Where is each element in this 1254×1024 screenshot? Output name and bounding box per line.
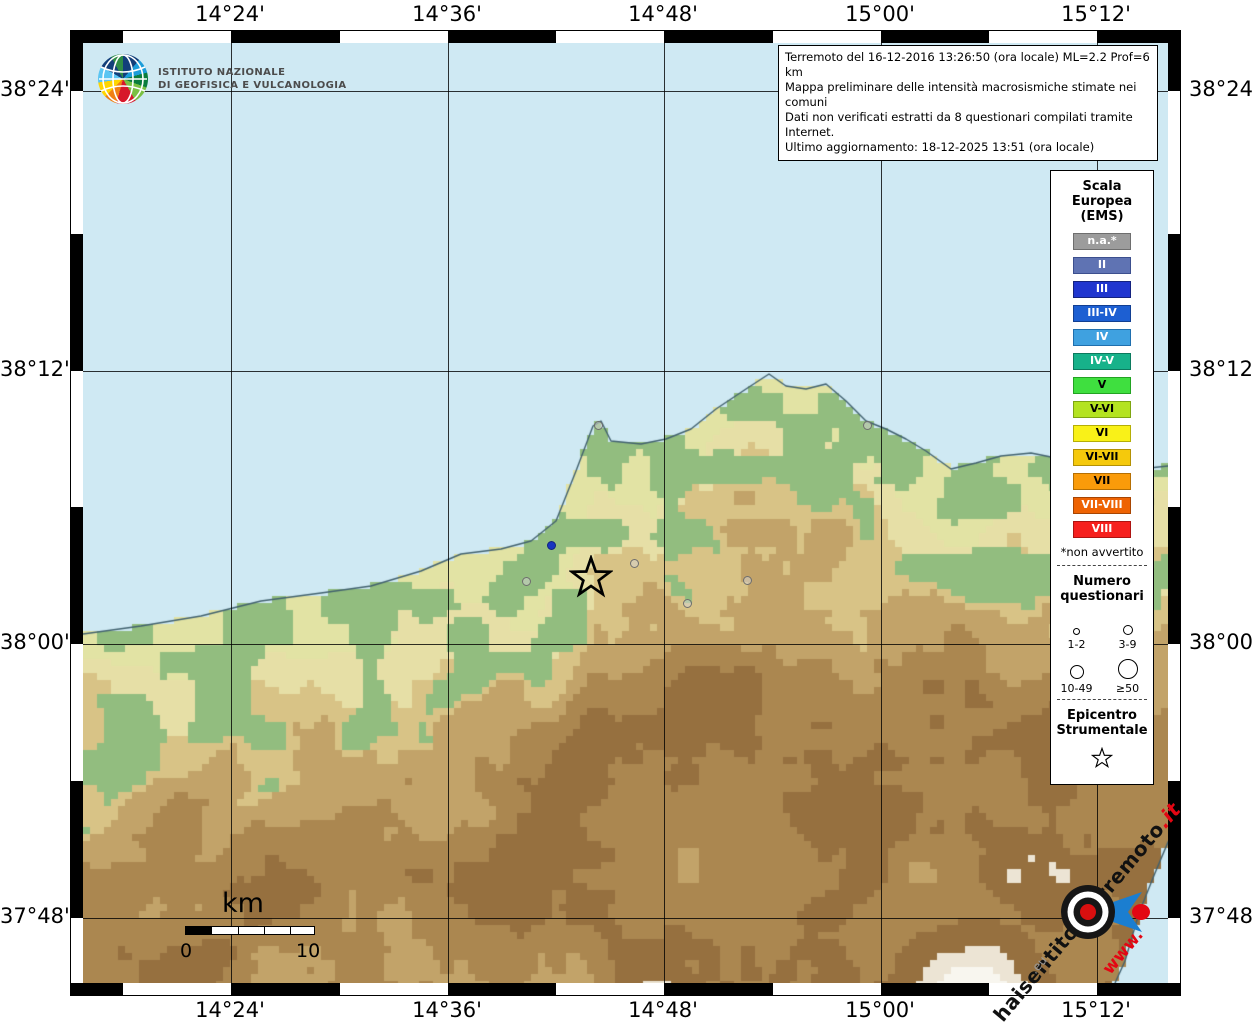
ems-swatch-viii: VIII — [1073, 521, 1131, 538]
questionnaire-size-circle — [1123, 625, 1133, 635]
ems-swatch-v: V — [1073, 377, 1131, 394]
ems-legend: Scala Europea (EMS) n.a.*IIIIIIII-IVIVIV… — [1050, 170, 1154, 785]
map-description-line: Mappa preliminare delle intensità macros… — [785, 80, 1151, 110]
legend-title: Scala Europea (EMS) — [1051, 179, 1153, 224]
ingv-institute-name: ISTITUTO NAZIONALE DI GEOFISICA E VULCAN… — [158, 66, 347, 92]
ems-swatch-iii-iv: III-IV — [1073, 305, 1131, 322]
scale-start-label: 0 — [180, 940, 192, 962]
ems-swatch-vii: VII — [1073, 473, 1131, 490]
ems-swatch-iv-v: IV-V — [1073, 353, 1131, 370]
lon-label-bottom: 14°24' — [185, 998, 275, 1022]
legend-star-icon — [1051, 747, 1153, 774]
event-summary-line: Terremoto del 16-12-2016 13:26:50 (ora l… — [785, 50, 1151, 80]
ems-swatch-iii: III — [1073, 281, 1131, 298]
epicenter-title-line2: Strumentale — [1051, 723, 1153, 738]
scale-bar-tick — [238, 927, 239, 934]
lat-label-left: 38°12' — [0, 357, 62, 381]
last-update-line: Ultimo aggiornamento: 18-12-2025 13:51 (… — [785, 140, 1151, 155]
ems-swatch-vii-viii: VII-VIII — [1073, 497, 1131, 514]
questionnaire-dot — [594, 421, 603, 430]
map-scale-bar: km 0 10 — [180, 888, 330, 968]
questionnaire-dot — [522, 577, 531, 586]
questionnaire-count-title: Numero questionari — [1051, 574, 1153, 604]
ems-swatch-iv: IV — [1073, 329, 1131, 346]
lat-label-right: 38°00' — [1189, 630, 1254, 654]
legend-separator — [1057, 565, 1147, 566]
lon-label-top: 14°48' — [618, 2, 708, 26]
questionnaire-class: 10-49 — [1051, 657, 1102, 695]
ems-swatch-n-a-: n.a.* — [1073, 233, 1131, 250]
scale-bar-filled-segment — [186, 927, 212, 934]
questionnaire-size-classes: 1-2 3-9 10-49 ≥50 — [1051, 613, 1153, 695]
questionnaire-class-label: ≥50 — [1116, 682, 1139, 695]
ingv-logo-block: ISTITUTO NAZIONALE DI GEOFISICA E VULCAN… — [98, 54, 347, 104]
ems-swatch-vi-vii: VI-VII — [1073, 449, 1131, 466]
legend-title-line3: (EMS) — [1051, 209, 1153, 224]
questionnaire-size-circle — [1118, 659, 1138, 679]
ingv-name-line1: ISTITUTO NAZIONALE — [158, 66, 347, 79]
macroseismic-map-page: 14°24' 14°24' 14°36' 14°36' 14°48' 14°48' 15°0… — [0, 0, 1254, 1024]
questionnaire-class-label: 3-9 — [1119, 638, 1137, 651]
questionnaire-class: ≥50 — [1102, 657, 1153, 695]
lat-label-left: 37°48' — [0, 904, 62, 928]
lat-label-right: 38°24' — [1189, 77, 1254, 101]
questionnaire-size-circle — [1070, 665, 1084, 679]
ems-intensity-swatches: n.a.*IIIIIIII-IVIVIV-VVV-VIVIVI-VIIVIIVI… — [1051, 233, 1153, 538]
ems-swatch-v-vi: V-VI — [1073, 401, 1131, 418]
legend-footnote: *non avvertito — [1051, 545, 1153, 559]
lat-label-right: 37°48' — [1189, 904, 1254, 928]
legend-title-line2: Europea — [1051, 194, 1153, 209]
scale-end-label: 10 — [296, 940, 320, 962]
questionnaire-class-label: 1-2 — [1068, 638, 1086, 651]
lon-label-bottom: 14°48' — [618, 998, 708, 1022]
lat-label-left: 38°24' — [0, 77, 62, 101]
scale-unit-label: km — [222, 888, 264, 919]
questionnaire-class: 3-9 — [1102, 613, 1153, 651]
ingv-name-line2: DI GEOFISICA E VULCANOLOGIA — [158, 79, 347, 92]
lat-label-left: 38°00' — [0, 630, 62, 654]
lon-label-top: 15°12' — [1051, 2, 1141, 26]
lat-label-right: 38°12' — [1189, 357, 1254, 381]
questionnaire-size-circle — [1073, 628, 1080, 635]
questionnaire-dot — [743, 576, 752, 585]
questionnaire-dot — [863, 421, 872, 430]
questionnaire-title-line2: questionari — [1051, 589, 1153, 604]
intensity-dot — [547, 541, 556, 550]
questionnaire-dot — [630, 559, 639, 568]
haisentitoilterremoto-watermark: haisentitoilterremoto.it www. .eu — [985, 828, 1195, 1013]
questionnaire-dot — [683, 599, 692, 608]
lon-label-bottom: 15°00' — [835, 998, 925, 1022]
lon-label-bottom: 14°36' — [402, 998, 492, 1022]
scale-bar-tick — [264, 927, 265, 934]
questionnaire-title-line1: Numero — [1051, 574, 1153, 589]
epicenter-star-icon — [569, 555, 613, 605]
questionnaire-class: 1-2 — [1051, 613, 1102, 651]
legend-separator — [1057, 699, 1147, 700]
scale-bar — [185, 926, 315, 935]
data-source-line: Dati non verificati estratti da 8 questi… — [785, 110, 1151, 140]
ems-swatch-vi: VI — [1073, 425, 1131, 442]
epicenter-title-line1: Epicentro — [1051, 708, 1153, 723]
event-info-box: Terremoto del 16-12-2016 13:26:50 (ora l… — [778, 45, 1158, 161]
instrumental-epicenter-title: Epicentro Strumentale — [1051, 708, 1153, 738]
ingv-globe-icon — [98, 54, 148, 104]
lon-label-top: 15°00' — [835, 2, 925, 26]
ems-swatch-ii: II — [1073, 257, 1131, 274]
legend-title-line1: Scala — [1051, 179, 1153, 194]
lon-label-top: 14°24' — [185, 2, 275, 26]
scale-bar-tick — [290, 927, 291, 934]
questionnaire-class-label: 10-49 — [1061, 682, 1093, 695]
lon-label-top: 14°36' — [402, 2, 492, 26]
